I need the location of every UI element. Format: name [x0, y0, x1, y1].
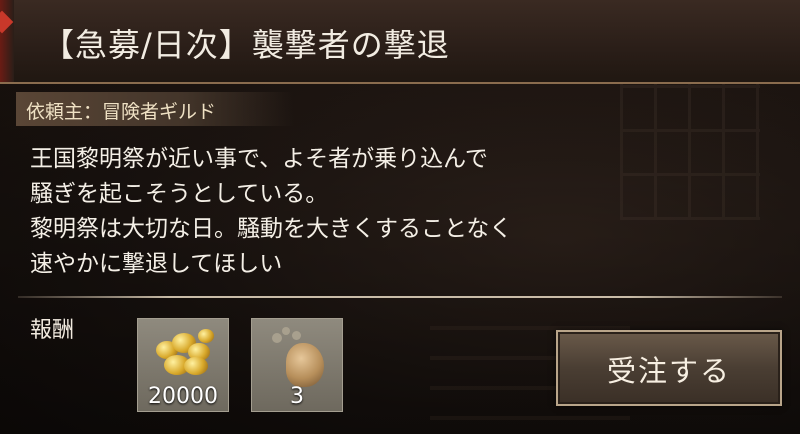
- description-line: 速やかに撃退してほしい: [30, 251, 283, 277]
- client-label: 依頼主：冒険者ギルド: [26, 101, 217, 123]
- accept-quest-button[interactable]: 受注する: [556, 330, 782, 406]
- description-line: 王国黎明祭が近い事で、よそ者が乗り込んで: [30, 146, 488, 172]
- quest-panel: 【急募/日次】襲撃者の撃退 依頼主：冒険者ギルド 王国黎明祭が近い事で、よそ者が…: [0, 0, 800, 434]
- quest-title: 【急募/日次】襲撃者の撃退: [42, 26, 450, 64]
- description-line: 騒ぎを起こそうとしている。: [30, 181, 329, 207]
- reward-count: 3: [290, 384, 304, 409]
- reward-slot-ore[interactable]: 3: [251, 318, 343, 412]
- accept-button-label: 受注する: [606, 354, 731, 388]
- divider: [18, 296, 782, 298]
- reward-slot-gold[interactable]: 20000: [137, 318, 229, 412]
- reward-count: 20000: [148, 384, 218, 409]
- description-line: 黎明祭は大切な日。騒動を大きくすることなく: [30, 216, 513, 242]
- client-banner: 依頼主：冒険者ギルド: [16, 92, 294, 126]
- quest-title-bar: 【急募/日次】襲撃者の撃退: [0, 0, 800, 84]
- reward-label: 報酬: [30, 318, 75, 343]
- quest-description: 王国黎明祭が近い事で、よそ者が乗り込んで 騒ぎを起こそうとしている。 黎明祭は大…: [30, 142, 512, 282]
